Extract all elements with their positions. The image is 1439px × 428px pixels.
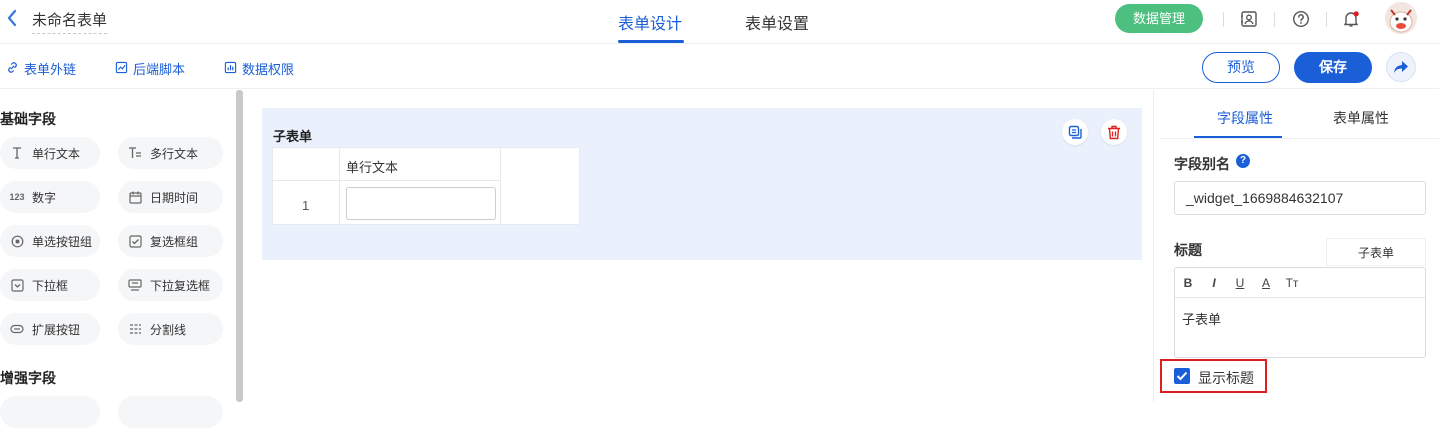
divider [1274,12,1275,27]
alias-label: 字段别名 [1174,156,1230,172]
field-label: 扩展按钮 [32,322,81,337]
link-icon [6,61,19,77]
tab-form-settings[interactable]: 表单设置 [745,10,809,34]
tab-form-properties[interactable]: 表单属性 [1333,108,1389,128]
field-radio-group[interactable]: 单选按钮组 [0,225,100,257]
active-tab-indicator [1194,136,1282,138]
subform-title: 子表单 [273,129,313,144]
alias-input[interactable]: _widget_1669884632107 [1174,181,1426,215]
form-title[interactable]: 未命名表单 [32,9,108,34]
field-label: 日期时间 [150,190,199,205]
share-button[interactable] [1386,52,1416,82]
backend-script-label: 后端脚本 [133,62,186,77]
script-icon [115,61,128,77]
radio-icon [10,234,24,248]
data-permission-label: 数据权限 [242,62,295,77]
field-enhanced-1[interactable] [0,396,100,428]
divider-icon [128,322,142,336]
delete-button[interactable] [1101,119,1127,145]
basic-fields-title: 基础字段 [0,111,56,127]
font-color-button[interactable]: A [1253,276,1279,290]
chart-icon [224,61,237,77]
field-label: 下拉框 [32,278,69,293]
data-manage-button[interactable]: 数据管理 [1115,4,1203,33]
title-label: 标题 [1174,242,1202,258]
single-text-cell-input[interactable] [346,187,496,220]
checkbox-group-icon [128,234,142,248]
bold-button[interactable]: B [1175,276,1201,290]
field-number[interactable]: 123 数字 [0,181,100,213]
enhanced-fields-title: 增强字段 [0,370,56,386]
dropdown-icon [10,278,24,292]
field-enhanced-2[interactable] [118,396,223,428]
help-circle-icon[interactable] [1289,7,1313,31]
editor-content[interactable]: 子表单 [1182,309,1221,328]
field-divider[interactable]: 分割线 [118,313,223,345]
field-label: 下拉复选框 [150,278,211,293]
divider [1326,12,1327,27]
field-label: 数字 [32,190,57,205]
share-icon [1394,61,1408,73]
show-title-checkbox[interactable] [1174,368,1190,384]
help-icon[interactable]: ? [1236,154,1250,168]
calendar-icon [128,190,142,204]
field-label: 复选框组 [150,234,199,249]
field-label: 单选按钮组 [32,234,93,249]
chevron-left-icon[interactable] [6,9,18,31]
field-single-text[interactable]: 单行文本 [0,137,100,169]
font-size-button[interactable]: Tт [1279,276,1305,290]
row-number: 1 [302,198,310,213]
title-value-tag: 子表单 [1326,238,1426,266]
field-dropdown[interactable]: 下拉框 [0,269,100,301]
contact-card-icon[interactable] [1237,7,1261,31]
divider [1223,12,1224,27]
active-tab-indicator [618,40,684,43]
tab-field-properties[interactable]: 字段属性 [1217,108,1273,128]
copy-icon [1068,125,1082,139]
field-label: 分割线 [150,322,187,337]
bell-icon[interactable] [1339,7,1363,31]
check-icon [1176,371,1188,381]
grid-line [339,148,340,224]
avatar[interactable] [1385,2,1417,34]
field-label: 单行文本 [32,146,81,161]
field-extend-button[interactable]: 扩展按钮 [0,313,100,345]
grid-line [500,148,501,224]
dropdown-multi-icon [128,278,142,292]
field-multi-text[interactable]: 多行文本 [118,137,223,169]
palette-scrollbar[interactable] [236,90,243,402]
column-header: 单行文本 [346,160,399,175]
field-checkbox-group[interactable]: 复选框组 [118,225,223,257]
data-permission-link[interactable]: 数据权限 [224,59,294,78]
field-dropdown-multi[interactable]: 下拉复选框 [118,269,223,301]
multiline-text-icon [128,146,142,160]
tabs-divider [1160,138,1439,139]
editor-toolbar: B I U A Tт [1175,268,1425,298]
backend-script-link[interactable]: 后端脚本 [115,59,185,78]
trash-icon [1108,125,1120,139]
text-cursor-icon [10,146,24,160]
number-icon: 123 [9,192,25,202]
field-datetime[interactable]: 日期时间 [118,181,223,213]
copy-button[interactable] [1062,119,1088,145]
tab-form-design[interactable]: 表单设计 [618,10,682,34]
show-title-label[interactable]: 显示标题 [1198,368,1254,388]
underline-button[interactable]: U [1227,276,1253,290]
button-icon [10,322,24,336]
save-button[interactable]: 保存 [1294,52,1372,83]
preview-button[interactable]: 预览 [1202,52,1280,83]
field-label: 多行文本 [150,146,199,161]
italic-button[interactable]: I [1201,276,1227,290]
grid-line [273,180,500,181]
form-external-link[interactable]: 表单外链 [6,59,76,78]
form-external-link-label: 表单外链 [24,62,77,77]
